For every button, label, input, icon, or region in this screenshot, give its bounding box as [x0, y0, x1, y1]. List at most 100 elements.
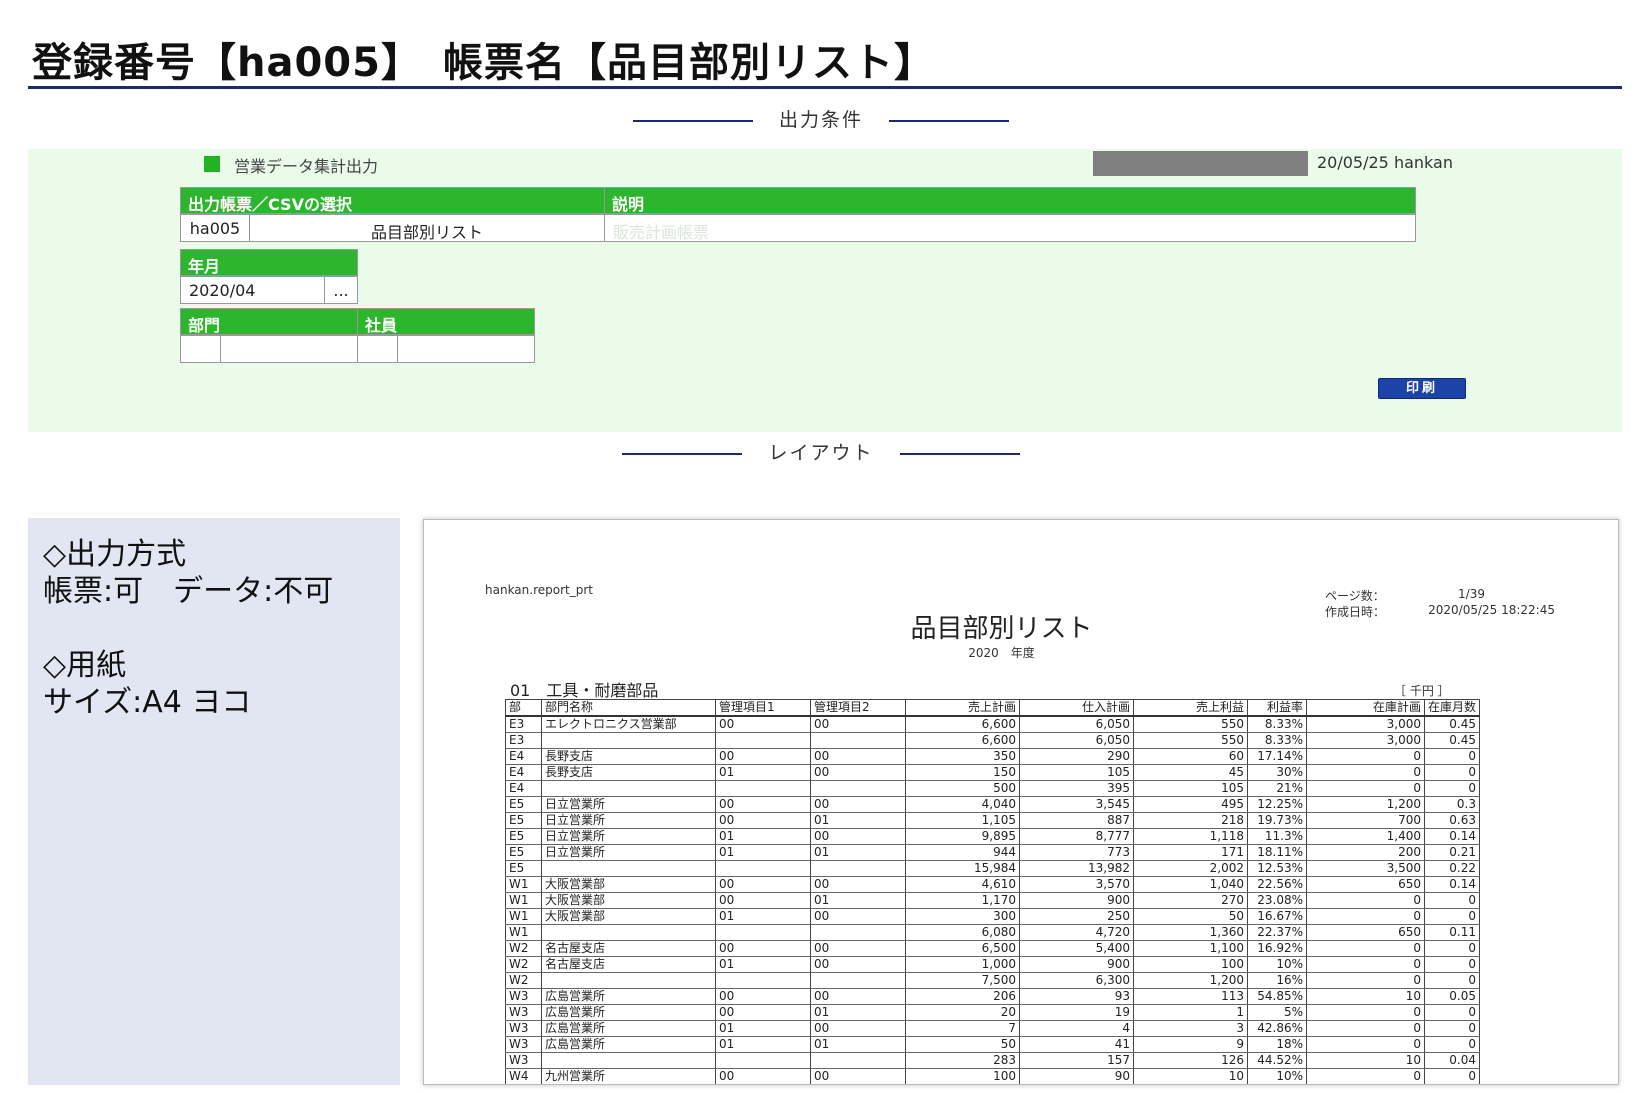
table-row: E3 エレクトロニクス営業部 00 00 6,600 6,050 550 8.33% 3,000…: [505, 715, 1480, 733]
table-cell: 0: [1306, 908, 1425, 925]
table-cell: 0.45: [1424, 732, 1480, 749]
table-cell: 00: [715, 748, 811, 765]
table-cell: 1,200: [1133, 972, 1248, 989]
table-row: W3 広島営業所 01 00 7 4 3 42.86% 0 0: [505, 1020, 1480, 1037]
table-row: W3 広島営業所 01 01 50 41 9 18% 0 0: [505, 1036, 1480, 1053]
table-row: W4 九州営業所 00 00 100 90 10 10% 0 0: [505, 1068, 1480, 1084]
table-cell: 0: [1424, 956, 1480, 973]
table-cell: 1,400: [1306, 828, 1425, 845]
conditions-heading: 営業データ集計出力: [234, 157, 379, 176]
table-cell: 0: [1306, 764, 1425, 781]
table-cell: 0: [1306, 892, 1425, 909]
table-cell: 60: [1133, 748, 1248, 765]
table-cell: 4,610: [905, 876, 1020, 893]
table-cell: E4: [505, 748, 542, 765]
table-cell: 1,040: [1133, 876, 1248, 893]
table-cell: 01: [715, 908, 811, 925]
form-select-header: 出力帳票／CSVの選択: [180, 187, 605, 214]
department-code-input[interactable]: [180, 335, 221, 363]
form-code-field[interactable]: ha005: [180, 214, 250, 242]
table-cell: [715, 860, 811, 877]
employee-name-input[interactable]: [397, 335, 535, 363]
table-cell: E5: [505, 844, 542, 861]
table-cell: [810, 972, 906, 989]
table-cell: 23.08%: [1247, 892, 1307, 909]
table-cell: 10: [1306, 988, 1425, 1005]
print-button[interactable]: 印刷: [1378, 378, 1466, 399]
table-cell: 270: [1133, 892, 1248, 909]
year-month-input[interactable]: 2020/04: [180, 276, 325, 304]
table-cell: 7: [905, 1020, 1020, 1037]
table-cell: 0.22: [1424, 860, 1480, 877]
table-cell: E4: [505, 780, 542, 797]
table-cell: 0: [1424, 908, 1480, 925]
table-cell: 0.21: [1424, 844, 1480, 861]
table-cell: 00: [810, 764, 906, 781]
table-cell: 5%: [1247, 1004, 1307, 1021]
table-cell: 00: [810, 876, 906, 893]
table-cell: 700: [1306, 812, 1425, 829]
report-preview: hankan.report_prt ページ数： 1/39 作成日時： 2020/05…: [423, 519, 1619, 1085]
description-field: 販売計画帳票: [604, 214, 1416, 242]
table-cell: 九州営業所: [541, 1068, 716, 1084]
department-name-input[interactable]: [220, 335, 358, 363]
table-row: W2 7,500 6,300 1,200 16% 0 0: [505, 972, 1480, 989]
table-cell: 283: [905, 1052, 1020, 1069]
table-cell: 3,500: [1306, 860, 1425, 877]
column-header: 在庫月数: [1424, 699, 1480, 717]
year-month-picker-button[interactable]: ...: [324, 276, 358, 304]
table-cell: 16.92%: [1247, 940, 1307, 957]
section-name: 工具・耐磨部品: [546, 681, 659, 700]
table-cell: 15,984: [905, 860, 1020, 877]
table-row: W2 名古屋支店 01 00 1,000 900 100 10% 0 0: [505, 956, 1480, 973]
table-cell: 0: [1306, 956, 1425, 973]
table-row: E4 長野支店 01 00 150 105 45 30% 0 0: [505, 764, 1480, 781]
table-cell: 0.14: [1424, 876, 1480, 893]
table-cell: 0.3: [1424, 796, 1480, 813]
paper-value: サイズ:A4 ヨコ: [43, 685, 252, 720]
table-cell: 01: [715, 956, 811, 973]
employee-header: 社員: [357, 308, 535, 335]
table-cell: 944: [905, 844, 1020, 861]
table-cell: 00: [810, 908, 906, 925]
form-name-field[interactable]: 品目部別リスト: [249, 214, 605, 242]
table-cell: 16%: [1247, 972, 1307, 989]
table-cell: 0: [1306, 780, 1425, 797]
column-header: 管理項目2: [810, 699, 906, 717]
divider-line-left: [632, 119, 753, 122]
table-cell: 1,118: [1133, 828, 1248, 845]
table-cell: 1,170: [905, 892, 1020, 909]
table-cell: 大阪営業部: [541, 876, 716, 893]
table-cell: 1,000: [905, 956, 1020, 973]
table-cell: 長野支店: [541, 748, 716, 765]
table-cell: 0.11: [1424, 924, 1480, 941]
table-cell: W2: [505, 940, 542, 957]
table-row: W1 大阪営業部 00 01 1,170 900 270 23.08% 0 0: [505, 892, 1480, 909]
table-cell: 01: [810, 1004, 906, 1021]
table-cell: 0: [1424, 940, 1480, 957]
report-table-header: 部部門名称 管理項目1 管理項目2 売上計画 仕入計画 売上利益 利益率 在庫計画 在庫月数: [505, 699, 1480, 717]
table-cell: 00: [810, 988, 906, 1005]
table-row: W1 6,080 4,720 1,360 22.37% 650 0.11: [505, 924, 1480, 941]
employee-code-input[interactable]: [357, 335, 398, 363]
table-cell: W2: [505, 972, 542, 989]
table-cell: 日立営業所: [541, 828, 716, 845]
table-cell: 8,777: [1019, 828, 1134, 845]
table-cell: 0.63: [1424, 812, 1480, 829]
report-unit: ［ 千円 ］: [1394, 684, 1450, 698]
table-cell: 広島営業所: [541, 1004, 716, 1021]
table-cell: W3: [505, 1036, 542, 1053]
table-cell: 0.45: [1424, 715, 1480, 733]
pages-value: 1/39: [1458, 587, 1485, 601]
table-cell: 8.33%: [1247, 715, 1307, 733]
table-cell: 名古屋支店: [541, 940, 716, 957]
table-cell: 900: [1019, 956, 1134, 973]
table-cell: 01: [715, 828, 811, 845]
year-month-header: 年月: [180, 249, 358, 276]
table-cell: 01: [715, 764, 811, 781]
table-row: E5 日立営業所 00 01 1,105 887 218 19.73% 700 0.63: [505, 812, 1480, 829]
table-cell: 00: [715, 892, 811, 909]
table-cell: [810, 1052, 906, 1069]
column-header: 利益率: [1247, 699, 1307, 717]
table-cell: [715, 924, 811, 941]
